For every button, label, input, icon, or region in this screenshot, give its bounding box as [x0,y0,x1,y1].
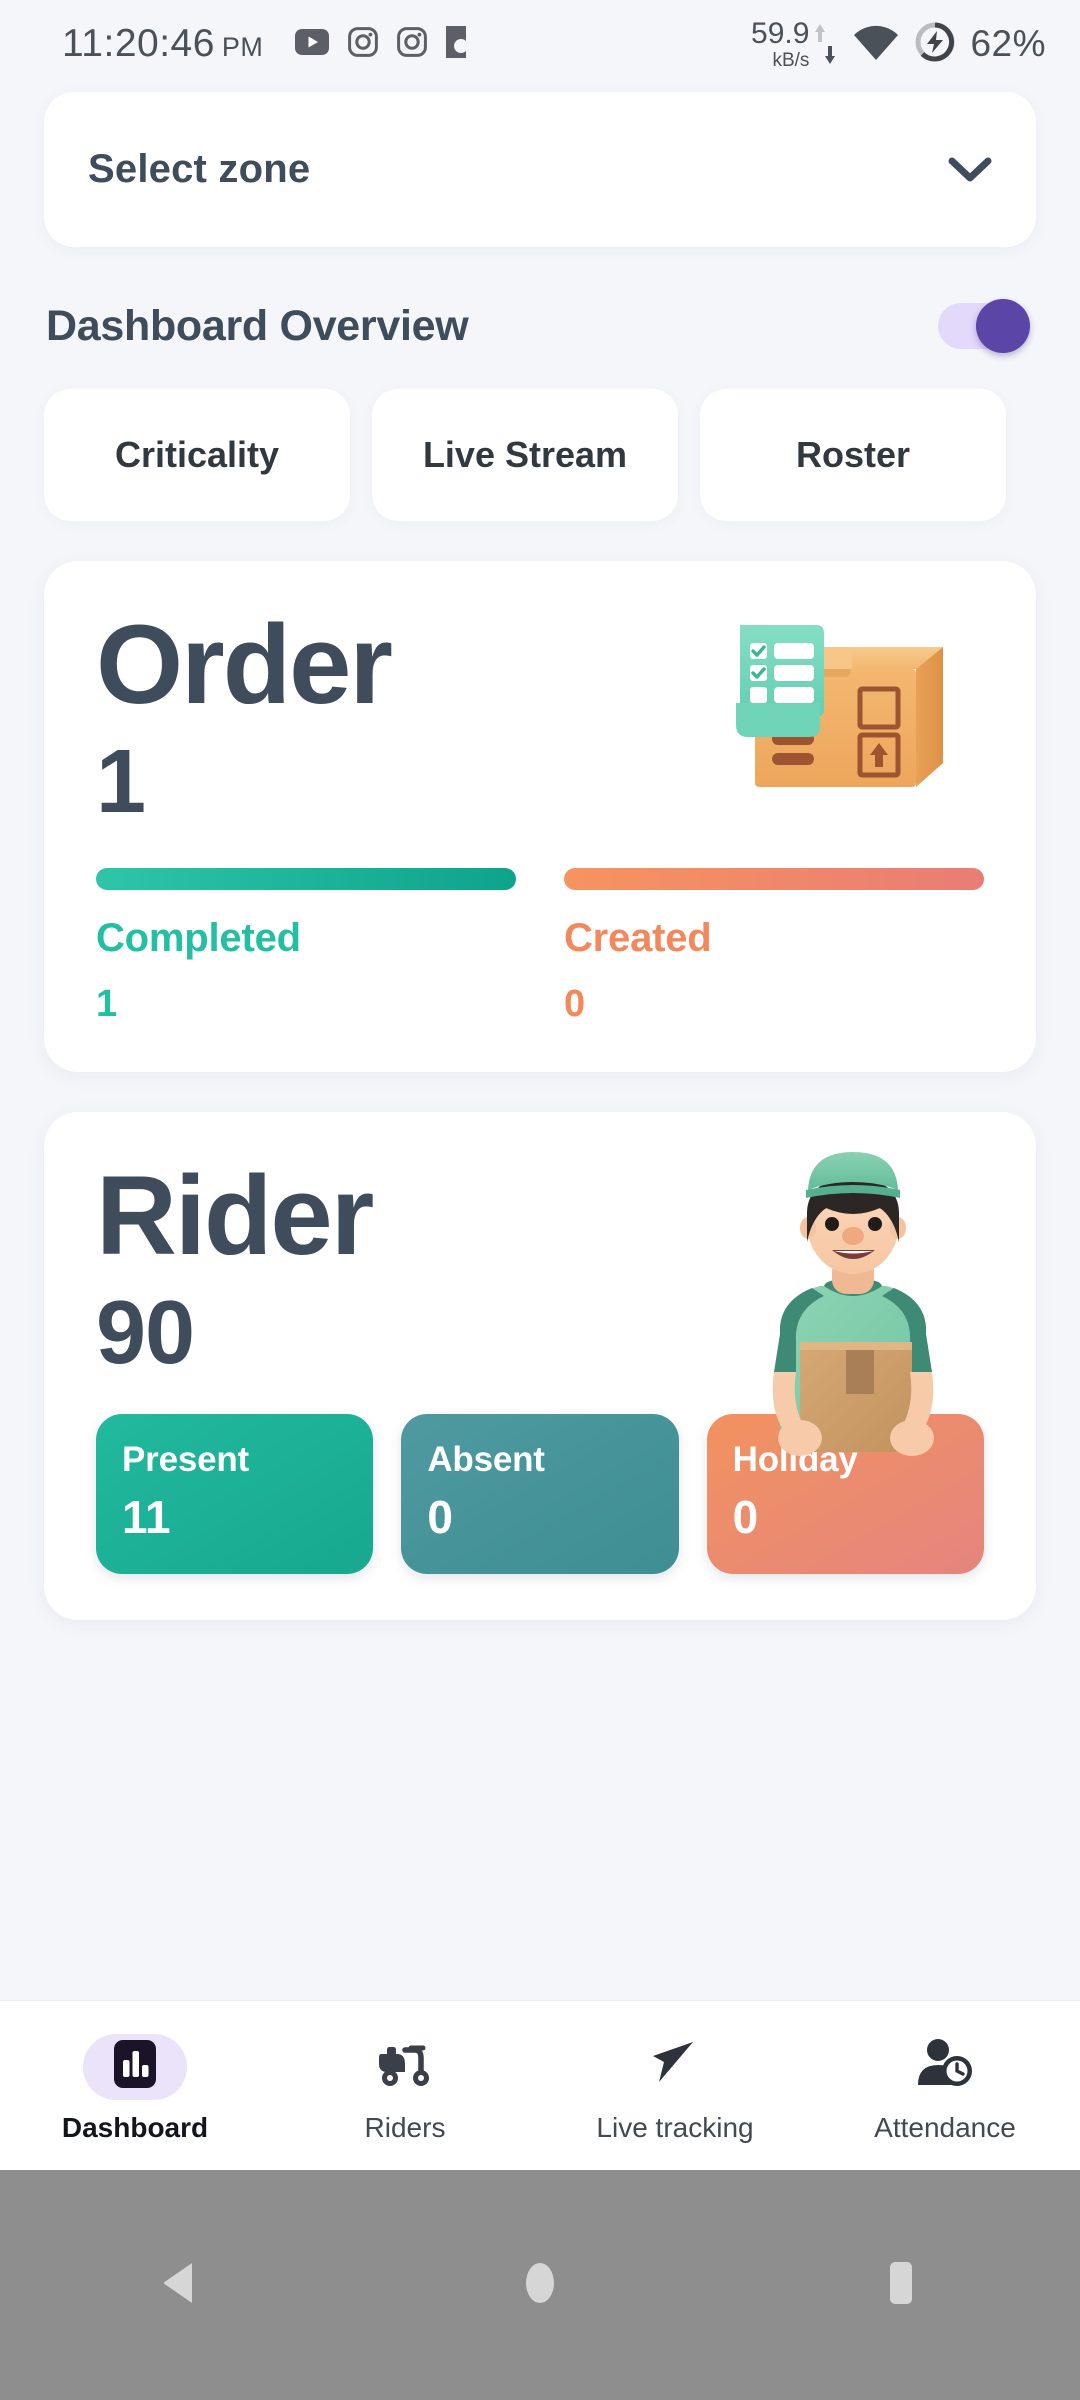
page-title: Dashboard Overview [46,301,469,350]
chip-label: Absent [427,1440,545,1479]
nav-label: Riders [364,2111,446,2143]
scooter-icon [375,2038,435,2095]
order-stat-value: 1 [96,982,118,1025]
nav-label: Dashboard [61,2111,209,2143]
nav-item-riders[interactable]: Riders [270,2034,540,2144]
chevron-down-icon [948,157,992,183]
order-card-stats: Completed 1 Created 0 [96,867,984,1026]
instagram-icon [348,26,379,62]
back-triangle-icon [160,2260,200,2311]
rider-chip-absent[interactable]: Absent 0 [401,1414,679,1574]
battery-charging-icon [914,21,956,68]
network-rate: 59.9 [751,16,810,50]
home-circle-icon [519,2258,561,2313]
rider-card-total: 90 [96,1282,195,1383]
tab-label: Live Stream [422,434,628,475]
order-card-title: Order [96,602,393,727]
order-stat-value: 0 [564,982,586,1025]
order-stat-completed: Completed 1 [96,867,516,1026]
order-card-total: 1 [96,732,146,832]
battery-percent: 62% [970,23,1046,64]
dashboard-overview-header: Dashboard Overview [46,299,1030,353]
person-clock-icon [916,2037,974,2096]
nav-label: Attendance [874,2111,1016,2143]
network-speed-indicator: 59.9 kB/s [751,16,838,71]
rider-card-chips: Present 11 Absent 0 Holiday 0 [96,1414,984,1574]
clock-meridiem: PM [221,32,264,62]
tab-criticality[interactable]: Criticality [44,389,350,521]
rider-chip-present[interactable]: Present 11 [96,1414,374,1574]
instagram-icon [397,26,428,62]
system-back-button[interactable] [0,2260,360,2311]
system-navigation-bar [0,2170,1080,2400]
nav-icon-pill [893,2034,997,2100]
nav-icon-pill [623,2034,727,2100]
chip-value: 0 [427,1491,453,1543]
rider-card[interactable]: Rider 90 Present 11 Absent 0 Holiday 0 [44,1111,1036,1620]
order-stat-label: Created [564,915,712,960]
status-bar-clock: 11:20:46 PM [62,22,263,66]
system-home-button[interactable] [360,2258,720,2313]
chip-value: 0 [732,1491,759,1543]
zone-selector[interactable]: Select zone [44,92,1036,247]
order-stat-label: Completed [96,915,301,960]
app-content: Select zone Dashboard Overview Criticali… [0,88,1080,2170]
order-progress-bar-created [564,867,984,890]
rider-card-title: Rider [96,1152,374,1278]
status-bar-notification-icons [295,25,469,63]
chip-label: Holiday [732,1440,858,1479]
nav-item-dashboard[interactable]: Dashboard [0,2033,270,2144]
nav-label: Live tracking [596,2111,754,2143]
chip-label: Present [122,1440,249,1479]
status-bar: 11:20:46 PM 59.9 kB/s 62% [0,0,1080,88]
recents-square-icon [880,2259,920,2312]
chip-value: 11 [122,1491,171,1543]
nav-item-attendance[interactable]: Attendance [810,2034,1080,2144]
network-unit: kB/s [772,49,810,71]
tab-label: Roster [795,434,911,475]
network-arrows-icon [812,21,838,67]
navigation-arrow-icon [647,2036,703,2097]
wifi-icon [852,22,900,67]
youtube-icon [295,28,330,60]
tab-roster[interactable]: Roster [700,389,1006,521]
system-recents-button[interactable] [720,2259,1080,2312]
dashboard-overview-toggle[interactable] [938,299,1030,353]
rider-chip-holiday[interactable]: Holiday 0 [706,1414,984,1574]
bar-chart-icon [112,2038,158,2095]
clock-time: 11:20:46 [62,22,215,65]
order-card[interactable]: Order 1 Completed 1 Created 0 [44,561,1036,1072]
bottom-navigation: Dashboard Riders Live tracking Attendanc… [0,2000,1080,2170]
toggle-knob [976,299,1030,353]
zone-selector-label: Select zone [88,147,311,191]
dashboard-tabs: Criticality Live Stream Roster [44,389,1080,521]
tab-live-stream[interactable]: Live Stream [372,389,678,521]
status-bar-system-icons: 59.9 kB/s 62% [751,16,1046,71]
nav-icon-pill [353,2034,457,2100]
app-icon [446,25,469,63]
nav-icon-pill [83,2033,187,2100]
tab-label: Criticality [114,434,280,475]
nav-item-live-tracking[interactable]: Live tracking [540,2034,810,2144]
order-progress-bar-completed [96,867,516,890]
order-stat-created: Created 0 [564,867,984,1026]
